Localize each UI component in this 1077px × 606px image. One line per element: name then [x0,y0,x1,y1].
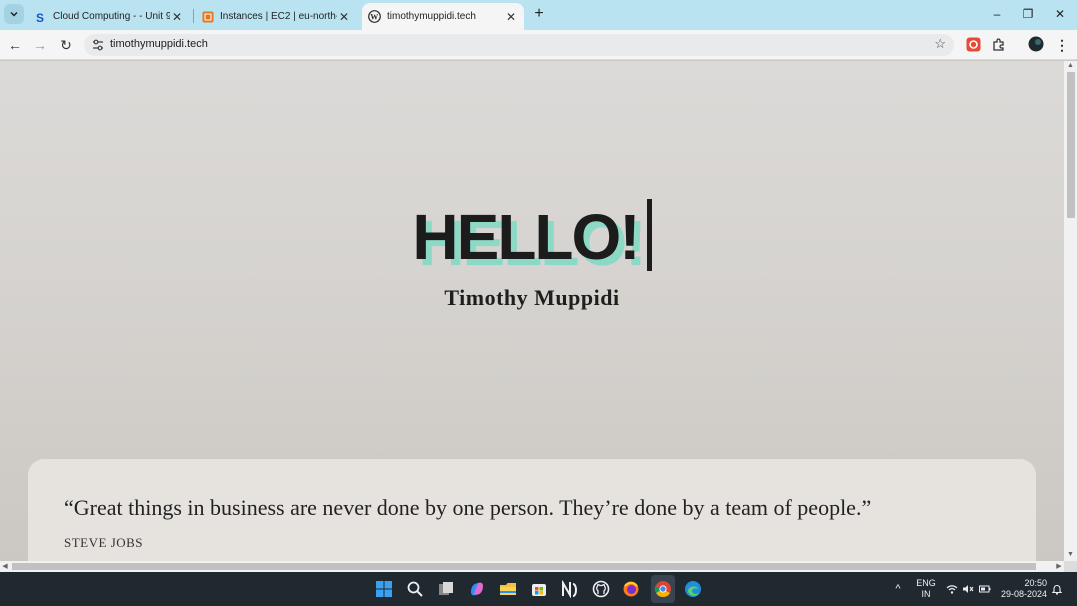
typing-cursor [646,199,652,271]
copilot-icon[interactable] [468,580,486,598]
tab-title: timothymuppidi.tech [387,11,476,22]
hero-heading: HELLO! [0,199,1064,274]
scrollbar-corner [1064,561,1077,572]
svg-text:W: W [370,13,378,22]
clock[interactable]: 20:50 29-08-2024 [999,578,1047,600]
svg-text:S: S [36,11,44,23]
tab-timothymuppidi[interactable]: W timothymuppidi.tech ✕ [362,3,524,30]
url-text: timothymuppidi.tech [110,38,208,50]
minimize-button[interactable]: – [987,5,1007,23]
tab-ec2-instances[interactable]: Instances | EC2 | eu-north-1 ✕ [195,3,357,30]
vertical-scroll-thumb[interactable] [1067,72,1075,218]
bookmark-star-icon[interactable]: ☆ [934,36,946,52]
microsoft-store-icon[interactable] [530,580,548,598]
github-icon[interactable] [592,580,610,598]
close-window-button[interactable]: ✕ [1050,5,1070,23]
battery-icon[interactable] [979,583,991,595]
search-icon[interactable] [406,580,424,598]
vertical-scrollbar[interactable]: ▲ ▼ [1064,61,1077,561]
tab-cloud-computing[interactable]: S Cloud Computing - - Unit 9 - W ✕ [28,3,190,30]
menu-button[interactable]: ⋮ [1053,36,1071,54]
extension-red-icon[interactable] [966,37,981,52]
horizontal-scrollbar[interactable]: ◀ ▶ [0,561,1064,572]
tab-search-button[interactable] [4,4,24,24]
profile-avatar[interactable] [1028,36,1044,52]
chevron-up-icon[interactable]: ^ [892,583,904,595]
notification-bell-icon[interactable] [1051,583,1063,595]
tab-title: Cloud Computing - - Unit 9 - W [53,11,170,22]
hero-name: Timothy Muppidi [444,285,620,310]
restore-button[interactable]: ❐ [1018,5,1038,23]
quote-card: “Great things in business are never done… [28,459,1036,561]
new-tab-button[interactable]: + [530,5,548,23]
page-viewport: HELLO! Timothy Muppidi “Great things in … [0,61,1064,561]
edge-icon[interactable] [684,580,702,598]
region-code: IN [921,589,931,599]
address-bar[interactable]: timothymuppidi.tech ☆ [84,34,954,56]
chevron-down-icon [10,11,18,17]
windows-start-icon[interactable] [375,580,393,598]
tab-strip: S Cloud Computing - - Unit 9 - W ✕ Insta… [0,0,1077,30]
language-indicator[interactable]: ENG IN [913,578,939,600]
hero-heading-text: HELLO! [412,201,640,273]
scroll-up-arrow-icon[interactable]: ▲ [1064,61,1077,71]
scroll-right-arrow-icon[interactable]: ▶ [1054,561,1064,572]
aws-ec2-icon [201,10,214,23]
scroll-down-arrow-icon[interactable]: ▼ [1064,550,1077,560]
forward-button[interactable]: → [31,36,49,54]
close-icon[interactable]: ✕ [337,10,351,24]
windows-taskbar: ^ ENG IN 20:50 29-08-2024 [0,572,1077,606]
notion-icon[interactable] [561,580,579,598]
browser-toolbar: ← → ↻ timothymuppidi.tech ☆ ⋮ [0,30,1077,60]
site-settings-icon[interactable] [90,37,106,53]
horizontal-scroll-thumb[interactable] [12,563,1036,570]
back-button[interactable]: ← [6,36,24,54]
s-brand-icon: S [34,10,47,23]
scroll-left-arrow-icon[interactable]: ◀ [0,561,10,572]
extensions-puzzle-icon[interactable] [991,37,1006,52]
volume-muted-icon[interactable] [962,583,974,595]
task-view-icon[interactable] [437,580,455,598]
tab-title: Instances | EC2 | eu-north-1 [220,11,337,22]
file-explorer-icon[interactable] [499,580,517,598]
firefox-icon[interactable] [622,580,640,598]
close-icon[interactable]: ✕ [170,10,184,24]
close-icon[interactable]: ✕ [504,10,518,24]
reload-button[interactable]: ↻ [57,36,75,54]
tab-separator [193,9,194,23]
wordpress-icon: W [368,10,381,23]
wifi-icon[interactable] [946,583,958,595]
chrome-icon[interactable] [654,580,672,598]
language-code: ENG [916,578,936,588]
clock-date: 29-08-2024 [1000,589,1047,599]
quote-text: “Great things in business are never done… [64,495,872,520]
quote-author: STEVE JOBS [64,535,144,550]
clock-time: 20:50 [1024,578,1047,588]
